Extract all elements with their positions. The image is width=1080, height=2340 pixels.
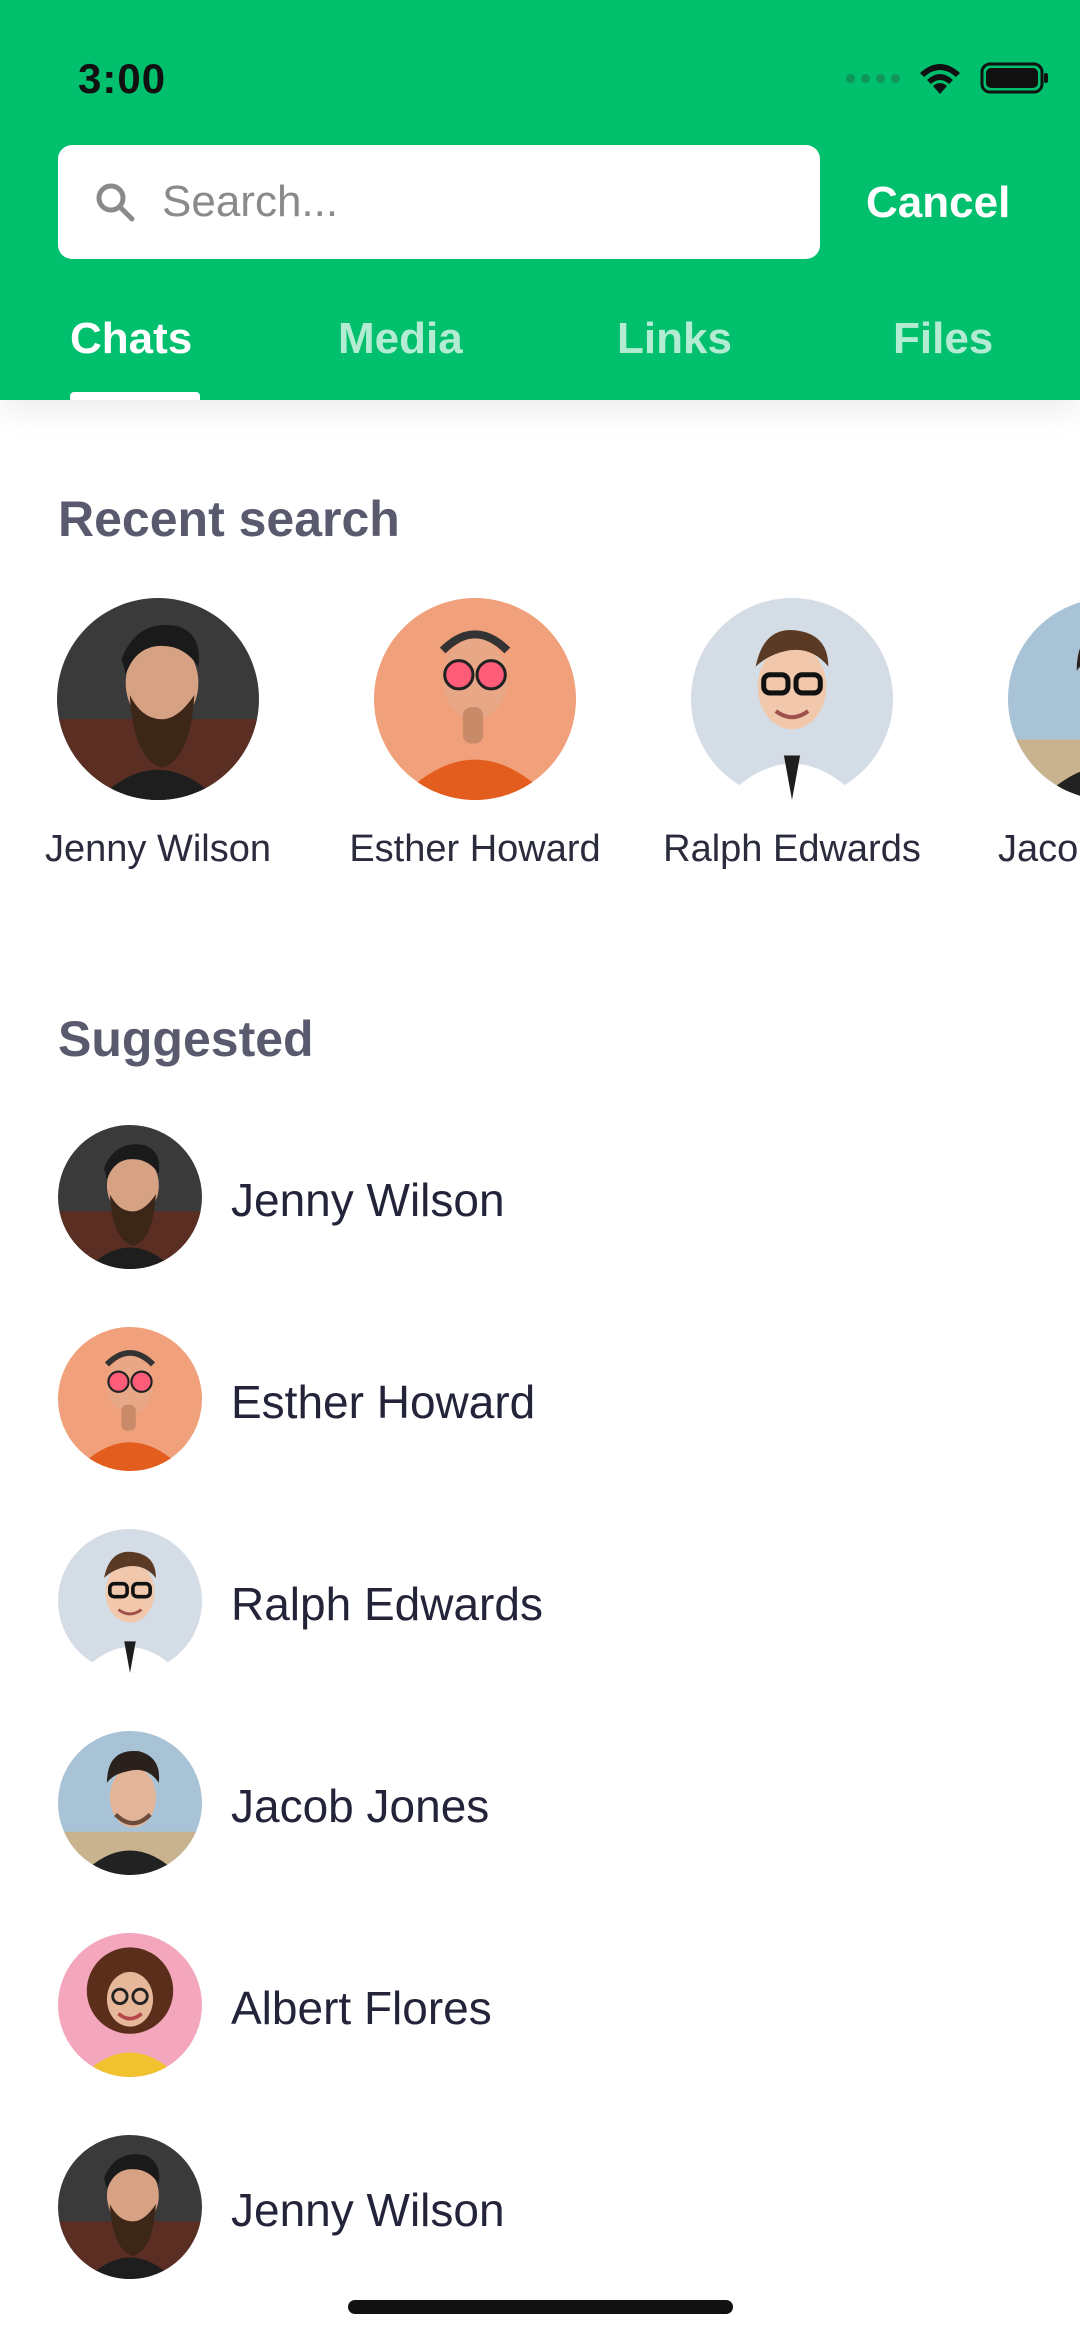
search-icon [96, 183, 135, 222]
list-item[interactable]: Esther Howard [0, 1327, 1080, 1471]
contact-name: Jacob Jones [231, 1780, 490, 1832]
tab-media[interactable]: Media [338, 314, 463, 364]
search-bar[interactable] [58, 145, 820, 259]
contact-name: Albert Flores [231, 1982, 492, 2034]
glasses-man-avatar [691, 598, 893, 800]
avatar [58, 2135, 202, 2279]
recent-search-title: Recent search [58, 491, 400, 547]
contact-name: Ralph Edwards [231, 1578, 543, 1630]
recent-search-list: Jenny Wilson Esther Howard Ralph Edwards… [0, 598, 1080, 898]
avatar [1008, 598, 1080, 800]
app-header: 3:00 Cancel Chats Media Link [0, 0, 1080, 400]
bearded-man-avatar [57, 598, 259, 800]
recent-item[interactable]: Esther Howard [325, 598, 625, 871]
avatar [58, 1125, 202, 1269]
battery-icon [980, 62, 1048, 94]
recent-item[interactable]: Ralph Edwards [642, 598, 942, 871]
avatar [374, 598, 576, 800]
avatar [57, 598, 259, 800]
avatar [58, 1933, 202, 2077]
contact-name: Esther Howard [231, 1376, 536, 1428]
list-item[interactable]: Albert Flores [0, 1933, 1080, 2077]
search-input[interactable] [160, 176, 764, 228]
status-bar: 3:00 [0, 0, 1080, 140]
curly-woman-avatar [58, 1933, 202, 2077]
list-item[interactable]: Jenny Wilson [0, 1125, 1080, 1269]
bearded-man-avatar [58, 2135, 202, 2279]
glasses-man-avatar [58, 1529, 202, 1673]
home-indicator[interactable] [348, 2300, 733, 2314]
list-item[interactable]: Jenny Wilson [0, 2135, 1080, 2279]
stylish-man-avatar [58, 1731, 202, 1875]
list-item[interactable]: Ralph Edwards [0, 1529, 1080, 1673]
bearded-man-avatar [58, 1125, 202, 1269]
recent-item-name: Jenny Wilson [45, 828, 271, 870]
contact-name: Jenny Wilson [231, 2184, 505, 2236]
recent-item[interactable]: Jacob Jones [958, 598, 1080, 871]
cellular-signal-icon [846, 73, 900, 83]
status-icons [846, 58, 1050, 98]
avatar [58, 1529, 202, 1673]
orange-hoodie-man-avatar [58, 1327, 202, 1471]
tab-links[interactable]: Links [617, 314, 732, 364]
avatar [58, 1731, 202, 1875]
wifi-icon [920, 64, 960, 94]
stylish-man-avatar [1008, 598, 1080, 800]
avatar [58, 1327, 202, 1471]
recent-item-name: Esther Howard [349, 828, 601, 870]
tab-files[interactable]: Files [893, 314, 993, 364]
status-time: 3:00 [78, 55, 167, 102]
list-item[interactable]: Jacob Jones [0, 1731, 1080, 1875]
contact-name: Jenny Wilson [231, 1174, 505, 1226]
avatar [691, 598, 893, 800]
tab-chats[interactable]: Chats [70, 314, 192, 364]
recent-item-name: Jacob Jones [998, 828, 1080, 870]
recent-item[interactable]: Jenny Wilson [8, 598, 308, 871]
recent-item-name: Ralph Edwards [663, 828, 921, 870]
cancel-button[interactable]: Cancel [866, 178, 1010, 228]
suggested-title: Suggested [58, 1011, 314, 1067]
tab-bar: Chats Media Links Files [0, 300, 1080, 400]
orange-hoodie-man-avatar [374, 598, 576, 800]
active-tab-indicator [70, 392, 200, 400]
